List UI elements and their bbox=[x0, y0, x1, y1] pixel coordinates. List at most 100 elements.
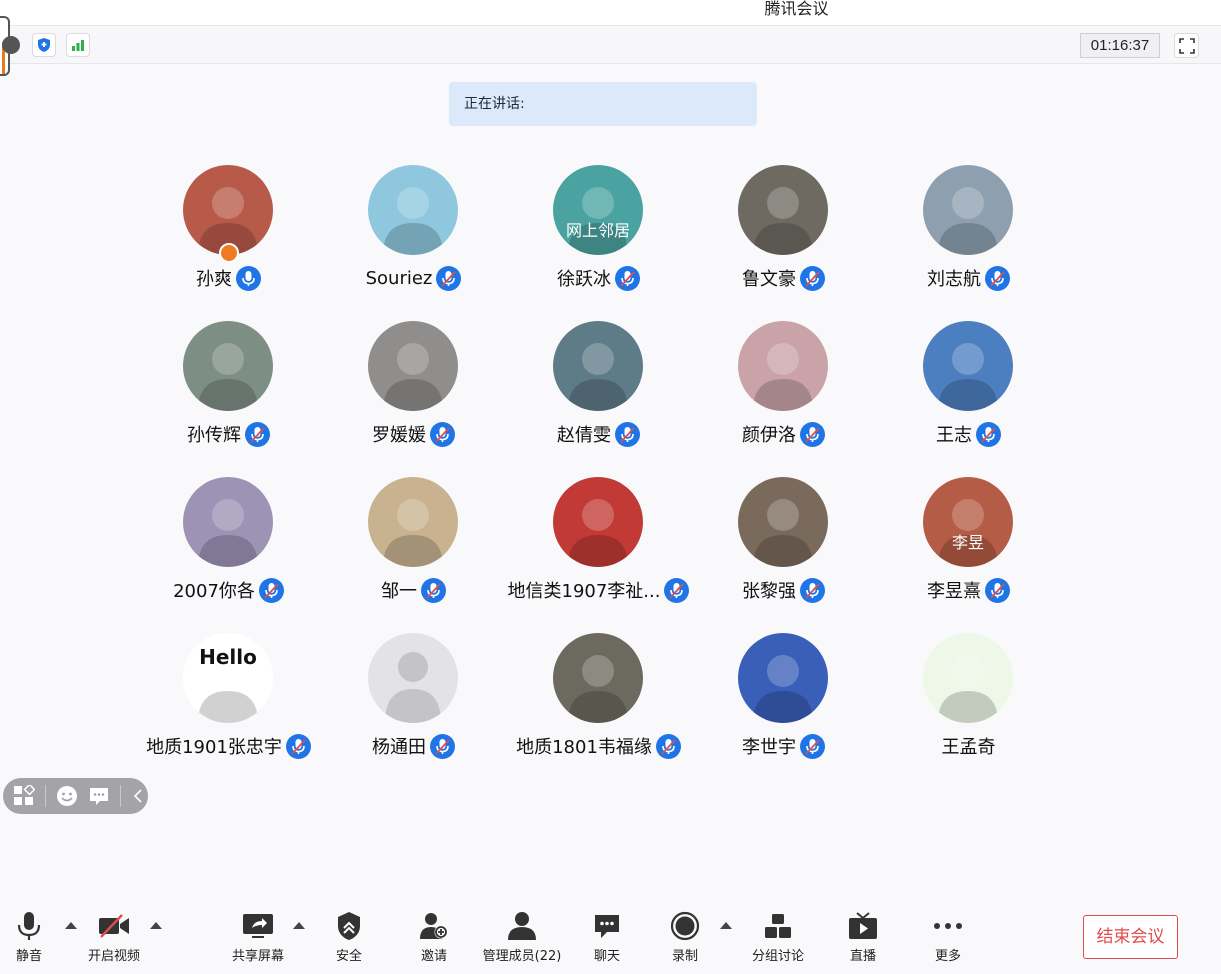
more-button[interactable]: 更多 bbox=[928, 910, 968, 966]
mic-off-icon bbox=[421, 577, 446, 603]
participant-name: 徐跃冰 bbox=[557, 269, 611, 290]
participant-name: 李昱熹 bbox=[927, 581, 981, 602]
avatar-text: 李昱 bbox=[951, 533, 984, 552]
share-screen-icon bbox=[238, 910, 278, 942]
mic-off-icon bbox=[430, 733, 455, 759]
add-user-icon bbox=[414, 910, 454, 942]
security-button[interactable]: 安全 bbox=[329, 910, 369, 966]
participant-tile[interactable]: 李昱李昱熹 bbox=[876, 477, 1061, 617]
video-options-caret[interactable] bbox=[150, 922, 162, 929]
participant-name: 赵倩雯 bbox=[557, 425, 611, 446]
participant-name: 罗媛媛 bbox=[372, 425, 426, 446]
mic-off-icon bbox=[985, 265, 1010, 291]
breakout-button[interactable]: 分组讨论 bbox=[750, 910, 806, 966]
avatar[interactable] bbox=[738, 321, 828, 411]
mute-button[interactable]: 静音 bbox=[9, 910, 49, 966]
participant-name: 地质1801韦福缘 bbox=[516, 737, 652, 758]
participant-name: 杨通田 bbox=[372, 737, 426, 758]
record-icon bbox=[665, 910, 705, 942]
avatar[interactable]: Hello bbox=[183, 633, 273, 723]
participant-tile[interactable]: 王志 bbox=[876, 321, 1061, 461]
avatar[interactable] bbox=[183, 321, 273, 411]
avatar[interactable] bbox=[738, 477, 828, 567]
avatar[interactable] bbox=[368, 633, 458, 723]
avatar[interactable]: 李昱 bbox=[923, 477, 1013, 567]
collapse-chevron-left-icon[interactable] bbox=[131, 785, 145, 807]
mic-off-icon bbox=[800, 577, 825, 603]
mic-off-icon bbox=[800, 265, 825, 291]
network-signal-icon[interactable] bbox=[66, 33, 90, 57]
participant-tile[interactable]: 王孟奇 bbox=[876, 633, 1061, 773]
speaking-indicator: 正在讲话: bbox=[449, 82, 757, 126]
mute-options-caret[interactable] bbox=[65, 922, 77, 929]
avatar[interactable] bbox=[368, 165, 458, 255]
record-options-caret[interactable] bbox=[720, 922, 732, 929]
participant-tile[interactable]: 刘志航 bbox=[876, 165, 1061, 305]
avatar[interactable] bbox=[923, 633, 1013, 723]
mic-off-icon bbox=[976, 421, 1001, 447]
security-shield-icon[interactable] bbox=[32, 33, 56, 57]
emoji-icon[interactable] bbox=[56, 785, 78, 807]
avatar[interactable] bbox=[183, 477, 273, 567]
avatar[interactable] bbox=[553, 321, 643, 411]
participant-name-row: 王孟奇 bbox=[836, 731, 1101, 761]
chat-button[interactable]: 聊天 bbox=[587, 910, 627, 966]
meeting-timer: 01:16:37 bbox=[1080, 33, 1160, 58]
invite-button[interactable]: 邀请 bbox=[414, 910, 454, 966]
breakout-label: 分组讨论 bbox=[751, 949, 804, 964]
microphone-icon bbox=[9, 910, 49, 942]
share-screen-button[interactable]: 共享屏幕 bbox=[230, 910, 286, 966]
mic-on-icon bbox=[236, 265, 261, 291]
participant-name: 地质1901张忠宇 bbox=[146, 737, 282, 758]
mic-off-icon bbox=[800, 421, 825, 447]
avatar[interactable] bbox=[183, 165, 273, 255]
avatar-text: Hello bbox=[199, 645, 257, 669]
video-button[interactable]: 开启视频 bbox=[86, 910, 142, 966]
end-meeting-button[interactable]: 结束会议 bbox=[1083, 915, 1178, 959]
status-bar: 01:16:37 bbox=[0, 27, 1221, 64]
security-shield-icon bbox=[329, 910, 369, 942]
window-title: 腾讯会议 bbox=[764, 0, 829, 18]
mic-off-icon bbox=[985, 577, 1010, 603]
meeting-toolbar: 静音 开启视频 共享屏幕 安全 邀请 管理成员(22) 聊天 录制 分组讨论 直… bbox=[0, 900, 1221, 974]
info-icon[interactable] bbox=[2, 36, 20, 54]
participant-name: 孙爽 bbox=[196, 269, 232, 290]
participant-name: 张黎强 bbox=[742, 581, 796, 602]
avatar[interactable] bbox=[923, 165, 1013, 255]
subtitle-icon[interactable] bbox=[88, 785, 110, 807]
participant-name: 王志 bbox=[936, 425, 972, 446]
live-button[interactable]: 直播 bbox=[843, 910, 883, 966]
avatar[interactable] bbox=[923, 321, 1013, 411]
avatar[interactable]: 网上邻居 bbox=[553, 165, 643, 255]
fullscreen-icon[interactable] bbox=[1174, 33, 1199, 58]
manage-members-label: 管理成员(22) bbox=[482, 949, 562, 964]
manage-members-button[interactable]: 管理成员(22) bbox=[482, 910, 562, 966]
avatar[interactable] bbox=[738, 633, 828, 723]
mic-off-icon bbox=[436, 265, 462, 291]
avatar[interactable] bbox=[368, 477, 458, 567]
mic-off-icon bbox=[615, 265, 640, 291]
mute-label: 静音 bbox=[15, 949, 42, 964]
invite-label: 邀请 bbox=[420, 949, 447, 964]
mic-off-icon bbox=[615, 421, 640, 447]
avatar[interactable] bbox=[553, 477, 643, 567]
breakout-rooms-icon bbox=[758, 910, 798, 942]
avatar-text: 网上邻居 bbox=[565, 221, 630, 240]
share-options-caret[interactable] bbox=[293, 922, 305, 929]
avatar[interactable] bbox=[368, 321, 458, 411]
participant-name: Souriez bbox=[365, 267, 433, 289]
more-dots-icon bbox=[928, 910, 968, 942]
participant-name: 王孟奇 bbox=[941, 737, 996, 758]
participant-name: 孙传辉 bbox=[187, 425, 241, 446]
divider bbox=[120, 785, 121, 807]
live-label: 直播 bbox=[849, 949, 876, 964]
avatar[interactable] bbox=[738, 165, 828, 255]
video-label: 开启视频 bbox=[87, 949, 140, 964]
security-label: 安全 bbox=[335, 949, 362, 964]
avatar[interactable] bbox=[553, 633, 643, 723]
participant-name: 2007你各 bbox=[173, 581, 255, 602]
record-button[interactable]: 录制 bbox=[665, 910, 705, 966]
chat-label: 聊天 bbox=[593, 949, 620, 964]
layout-icon[interactable] bbox=[13, 785, 35, 807]
mic-off-icon bbox=[245, 421, 270, 447]
